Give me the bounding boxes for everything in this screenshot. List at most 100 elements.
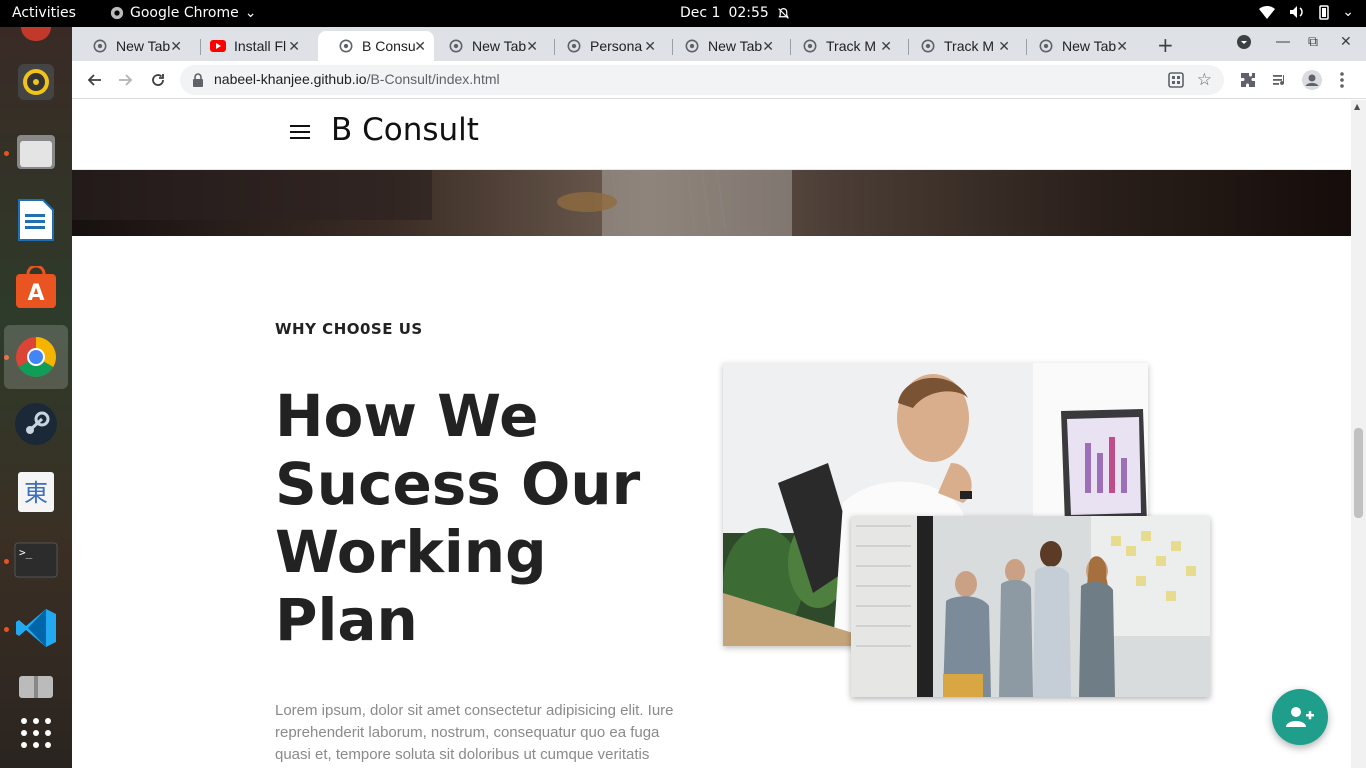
chrome-small-icon — [110, 6, 124, 20]
chrome-favicon-icon — [92, 38, 108, 54]
dock-running-indicator — [4, 151, 9, 156]
back-icon[interactable] — [83, 69, 105, 91]
add-user-icon — [1286, 707, 1314, 727]
tab-search-icon[interactable] — [1236, 34, 1252, 54]
team-meeting-photo — [851, 516, 1210, 697]
chrome-icon[interactable] — [4, 325, 68, 389]
chrome-menu-icon[interactable] — [1331, 69, 1353, 91]
url-host: nabeel-khanjee.github.io — [214, 71, 367, 87]
svg-text:東: 東 — [24, 479, 48, 507]
system-top-bar: Activities Google Chrome ⌄ Dec 1 02:55 ⌄ — [0, 0, 1366, 27]
chrome-favicon-icon — [1038, 38, 1054, 54]
lock-icon[interactable] — [192, 72, 204, 91]
close-tab-icon[interactable]: ✕ — [1116, 38, 1128, 55]
tab-title: New Tab — [708, 38, 763, 54]
tab-track-2[interactable]: Track M ✕ — [900, 31, 1018, 61]
archive-icon[interactable] — [12, 672, 60, 702]
date: Dec 1 — [680, 5, 721, 21]
url-text: nabeel-khanjee.github.io/B-Consult/index… — [214, 71, 500, 87]
forward-icon[interactable] — [115, 69, 137, 91]
show-apps-icon[interactable] — [12, 709, 60, 757]
browser-toolbar: nabeel-khanjee.github.io/B-Consult/index… — [72, 61, 1366, 99]
app-menu[interactable]: Google Chrome ⌄ — [110, 5, 256, 21]
close-window-icon[interactable]: ✕ — [1340, 34, 1352, 50]
globe-icon — [566, 38, 582, 54]
chrome-favicon-icon — [684, 38, 700, 54]
youtube-icon — [210, 38, 226, 54]
tab-new-tab-4[interactable]: New Tab ✕ — [1018, 31, 1136, 61]
tab-personal[interactable]: Persona ✕ — [546, 31, 664, 61]
close-tab-icon[interactable]: ✕ — [526, 38, 538, 55]
scroll-up-icon[interactable]: ▲ — [1354, 102, 1360, 111]
url-path: /B-Consult/index.html — [366, 71, 500, 87]
reload-icon[interactable] — [147, 69, 169, 91]
system-menu-chevron-icon: ⌄ — [1342, 4, 1354, 20]
notifications-off-icon — [778, 7, 789, 19]
scrollbar-thumb[interactable] — [1354, 428, 1363, 518]
files-icon[interactable] — [12, 128, 60, 176]
site-brand[interactable]: B Consult — [331, 112, 479, 148]
app-name: Google Chrome — [130, 5, 239, 21]
tab-new-tab-3[interactable]: New Tab ✕ — [664, 31, 782, 61]
tab-new-tab-1[interactable]: New Tab ✕ — [72, 31, 190, 61]
profile-avatar-icon[interactable] — [1301, 69, 1323, 91]
close-tab-icon[interactable]: ✕ — [288, 38, 300, 55]
install-app-icon[interactable] — [1168, 72, 1184, 92]
activities-button[interactable]: Activities — [12, 5, 76, 21]
rhythmbox-icon[interactable] — [12, 58, 60, 106]
hamburger-menu-icon[interactable] — [290, 125, 310, 141]
tab-title: B Consu — [362, 38, 416, 54]
tab-title: Track M — [944, 38, 995, 54]
tab-title: New Tab — [472, 38, 527, 54]
add-user-button[interactable] — [1272, 689, 1328, 745]
tab-title: Persona — [590, 38, 643, 54]
svg-text:>_: >_ — [19, 546, 33, 559]
dock-running-indicator — [4, 627, 9, 632]
section-eyebrow: WHY CHO0SE US — [275, 320, 423, 338]
close-tab-icon[interactable]: ✕ — [644, 38, 656, 55]
tab-new-tab-2[interactable]: New Tab ✕ — [428, 31, 546, 61]
section-headline: How We Sucess Our Working Plan — [275, 382, 641, 654]
clock[interactable]: Dec 1 02:55 — [680, 5, 790, 21]
globe-icon — [338, 38, 354, 54]
new-tab-button[interactable]: + — [1157, 33, 1174, 57]
volume-icon — [1290, 6, 1303, 18]
vscode-icon[interactable] — [12, 604, 60, 652]
mozc-icon[interactable]: 東 — [12, 468, 60, 516]
terminal-icon[interactable]: >_ — [12, 536, 60, 584]
extensions-icon[interactable] — [1237, 69, 1259, 91]
close-tab-icon[interactable]: ✕ — [998, 38, 1010, 55]
svg-text:A: A — [27, 281, 44, 306]
hero-image-strip — [72, 170, 1351, 236]
battery-icon — [1319, 5, 1330, 20]
page-scrollbar[interactable]: ▲ — [1351, 100, 1366, 768]
dock-partial-icon[interactable] — [12, 27, 60, 41]
globe-icon — [802, 38, 818, 54]
tab-title: New Tab — [1062, 38, 1117, 54]
restore-icon[interactable]: ⧉ — [1308, 34, 1318, 50]
tab-title: Track M — [826, 38, 877, 54]
close-tab-icon[interactable]: ✕ — [170, 38, 182, 55]
time: 02:55 — [728, 5, 769, 21]
writer-icon[interactable] — [12, 196, 60, 244]
steam-icon[interactable] — [12, 400, 60, 448]
app-center-icon[interactable]: A — [12, 264, 60, 312]
tab-track-1[interactable]: Track M ✕ — [782, 31, 900, 61]
system-tray[interactable]: ⌄ — [1258, 4, 1354, 20]
site-header: B Consult — [72, 100, 1351, 170]
address-bar[interactable]: nabeel-khanjee.github.io/B-Consult/index… — [180, 65, 1224, 95]
tab-strip: New Tab ✕ Install Fl ✕ B Consu ✕ New Tab… — [72, 27, 1366, 61]
close-tab-icon[interactable]: ✕ — [880, 38, 892, 55]
close-tab-icon[interactable]: ✕ — [762, 38, 774, 55]
wifi-icon — [1259, 5, 1276, 19]
bookmark-star-icon[interactable]: ☆ — [1197, 70, 1212, 90]
media-control-icon[interactable] — [1269, 69, 1291, 91]
close-tab-icon[interactable]: ✕ — [414, 38, 426, 55]
chevron-down-icon: ⌄ — [244, 5, 257, 21]
chrome-window: New Tab ✕ Install Fl ✕ B Consu ✕ New Tab… — [72, 27, 1366, 768]
minimize-icon[interactable]: ― — [1276, 34, 1290, 50]
page-viewport: B Consult WHY CHO0SE US How We Sucess Ou… — [72, 100, 1351, 768]
tab-title: Install Fl — [234, 38, 287, 54]
tab-b-consult[interactable]: B Consu ✕ — [318, 31, 434, 61]
tab-install[interactable]: Install Fl ✕ — [190, 31, 308, 61]
